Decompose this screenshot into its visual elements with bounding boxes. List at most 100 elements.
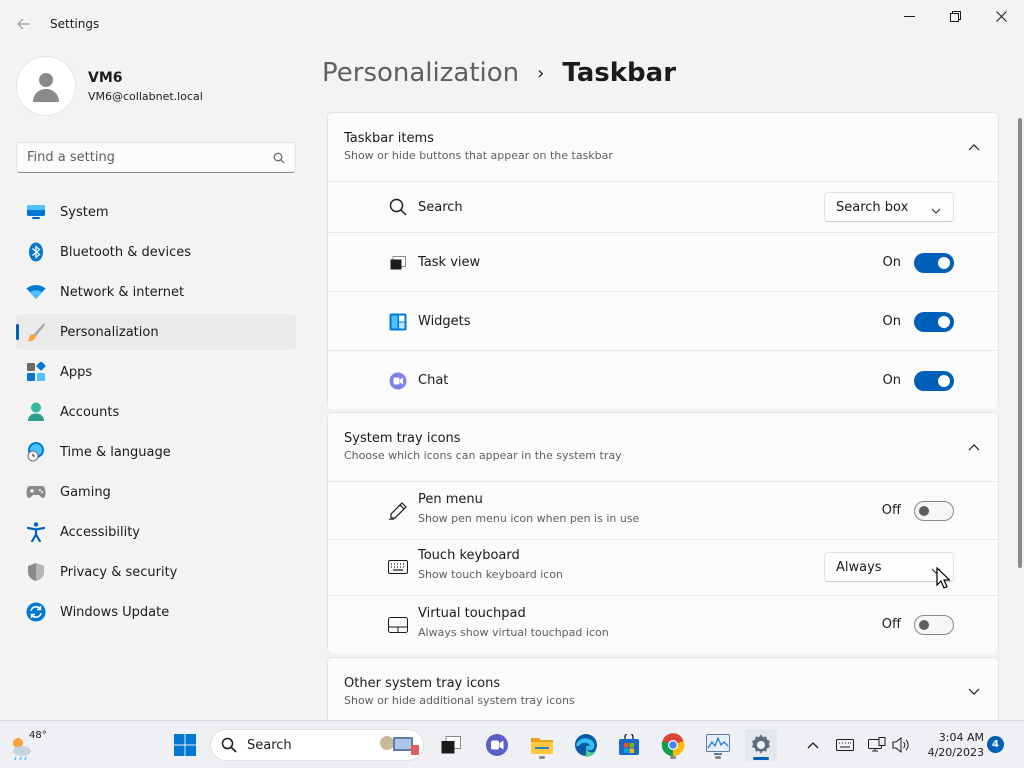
tray-network[interactable]: [866, 733, 888, 757]
setting-row-virtual-touchpad: Virtual touchpad Always show virtual tou…: [328, 595, 998, 653]
taskbar-items-section: Taskbar items Show or hide buttons that …: [327, 112, 999, 409]
widgets-icon: [388, 312, 408, 332]
clock-date: 4/20/2023: [927, 746, 984, 759]
setting-description: Show pen menu icon when pen is in use: [418, 512, 640, 525]
toggle-state-label: On: [882, 314, 901, 329]
breadcrumb-separator: ›: [537, 62, 545, 84]
sidebar-item-gaming[interactable]: Gaming: [16, 474, 296, 510]
sidebar-item-label: Personalization: [60, 324, 159, 340]
system-tray-section: System tray icons Choose which icons can…: [327, 412, 999, 653]
sidebar-item-personalization[interactable]: Personalization: [16, 314, 296, 350]
find-setting-search[interactable]: [16, 142, 296, 173]
taskbar-search-box[interactable]: Search: [210, 729, 424, 761]
title-bar: Settings: [0, 0, 1024, 48]
taskbar-task-view[interactable]: [435, 729, 467, 761]
search-mode-dropdown[interactable]: Search box: [824, 192, 954, 222]
search-icon: [273, 152, 285, 163]
chevron-up-icon[interactable]: [966, 439, 982, 455]
taskbar-chrome[interactable]: [657, 729, 689, 761]
running-indicator: [715, 756, 721, 759]
accessibility-icon: [26, 522, 46, 542]
sidebar-item-bluetooth[interactable]: Bluetooth & devices: [16, 234, 296, 270]
section-title: Other system tray icons: [344, 676, 501, 691]
chevron-down-icon[interactable]: [966, 684, 982, 700]
setting-row-task-view: Task view On: [328, 232, 998, 291]
sidebar-item-apps[interactable]: Apps: [16, 354, 296, 390]
tray-keyboard[interactable]: [834, 733, 856, 757]
setting-description: Always show virtual touchpad icon: [418, 626, 609, 639]
tray-volume[interactable]: [890, 733, 912, 757]
taskbar-items-header[interactable]: Taskbar items Show or hide buttons that …: [328, 113, 998, 181]
other-tray-header[interactable]: Other system tray icons Show or hide add…: [328, 658, 998, 726]
task-view-icon: [441, 736, 461, 754]
keyboard-icon: [388, 557, 408, 577]
show-hidden-icons-button[interactable]: [802, 733, 824, 757]
section-description: Show or hide buttons that appear on the …: [344, 149, 613, 162]
section-description: Choose which icons can appear in the sys…: [344, 449, 622, 462]
search-icon: [221, 737, 237, 753]
gear-icon: [752, 734, 770, 754]
taskbar-edge[interactable]: [570, 729, 602, 761]
setting-label: Search: [418, 200, 463, 215]
windows-taskbar: 48° Search 3:04 AM 4/20/2023 4: [0, 720, 1024, 768]
toggle-state-label: On: [882, 373, 901, 388]
taskbar-store[interactable]: [613, 729, 645, 761]
minimize-button[interactable]: [886, 4, 932, 28]
system-icon: [26, 202, 46, 222]
restore-button[interactable]: [932, 4, 978, 28]
sidebar-item-label: Time & language: [60, 444, 171, 460]
virtual-touchpad-toggle[interactable]: [914, 615, 954, 635]
wifi-icon: [26, 282, 46, 302]
touch-keyboard-dropdown[interactable]: Always: [824, 552, 954, 582]
close-button[interactable]: [978, 4, 1024, 28]
edge-icon: [575, 734, 597, 757]
chat-toggle[interactable]: [914, 371, 954, 391]
back-button[interactable]: [12, 12, 36, 36]
chevron-down-icon: [931, 203, 941, 218]
weather-widget[interactable]: 48°: [8, 729, 47, 761]
section-description: Show or hide additional system tray icon…: [344, 694, 575, 707]
content-scrollbar[interactable]: [1018, 118, 1022, 568]
sidebar-item-label: Privacy & security: [60, 564, 178, 580]
clock-time: 3:04 AM: [938, 731, 984, 744]
chevron-up-icon[interactable]: [966, 139, 982, 155]
sidebar-item-network[interactable]: Network & internet: [16, 274, 296, 310]
sidebar-item-system[interactable]: System: [16, 194, 296, 230]
search-highlight-icon: [380, 736, 419, 755]
widgets-toggle[interactable]: [914, 312, 954, 332]
network-icon: [868, 737, 886, 752]
sidebar-item-accounts[interactable]: Accounts: [16, 394, 296, 430]
taskbar-task-manager[interactable]: [702, 729, 734, 761]
system-tray-header[interactable]: System tray icons Choose which icons can…: [328, 413, 998, 481]
monitor-chart-icon: [706, 734, 730, 755]
sidebar-item-windows-update[interactable]: Windows Update: [16, 594, 296, 630]
active-indicator: [753, 757, 769, 760]
sidebar-item-privacy-security[interactable]: Privacy & security: [16, 554, 296, 590]
breadcrumb: Personalization › Taskbar: [322, 58, 676, 88]
task-view-toggle[interactable]: [914, 253, 954, 273]
taskbar-chat[interactable]: [481, 729, 513, 761]
folder-icon: [531, 738, 553, 754]
running-indicator: [539, 756, 545, 759]
taskbar-file-explorer[interactable]: [526, 729, 558, 761]
avatar: [16, 56, 76, 116]
sidebar-item-label: Accessibility: [60, 524, 140, 540]
pen-menu-toggle[interactable]: [914, 501, 954, 521]
search-input[interactable]: [27, 150, 273, 165]
search-icon: [388, 197, 408, 217]
sidebar-item-accessibility[interactable]: Accessibility: [16, 514, 296, 550]
shield-icon: [26, 562, 46, 582]
sidebar-item-time-language[interactable]: Time & language: [16, 434, 296, 470]
notification-badge[interactable]: 4: [987, 736, 1004, 753]
app-title: Settings: [50, 17, 100, 31]
close-icon: [995, 10, 1007, 22]
taskbar-settings[interactable]: [745, 729, 777, 761]
user-profile[interactable]: VM6 VM6@collabnet.local: [16, 56, 203, 116]
setting-label: Virtual touchpad: [418, 606, 526, 621]
breadcrumb-parent[interactable]: Personalization: [322, 58, 519, 88]
bluetooth-icon: [26, 242, 46, 262]
start-button[interactable]: [169, 729, 201, 761]
back-arrow-icon: [17, 18, 30, 30]
minimize-icon: [903, 15, 915, 17]
taskbar-clock[interactable]: 3:04 AM 4/20/2023: [920, 730, 984, 760]
